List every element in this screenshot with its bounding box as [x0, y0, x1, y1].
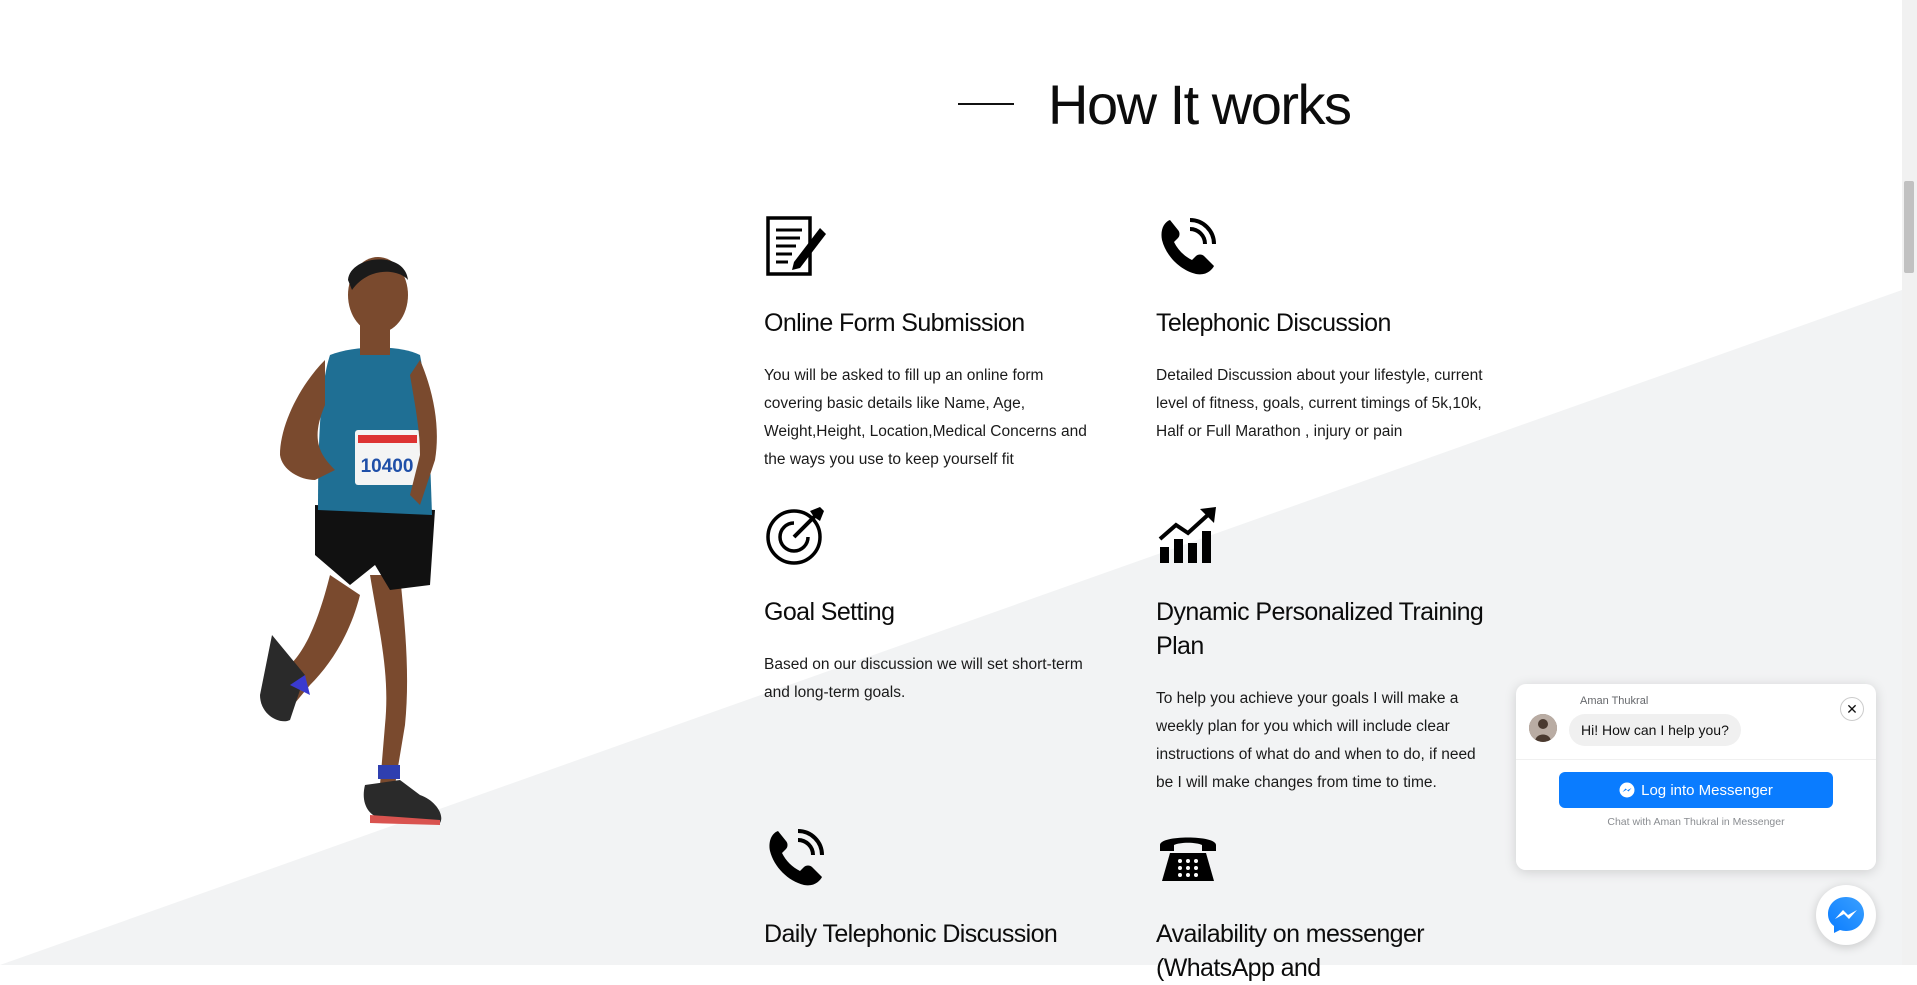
close-icon: ✕ — [1846, 700, 1858, 717]
feature-description: You will be asked to fill up an online f… — [764, 367, 1087, 468]
close-button[interactable]: ✕ — [1840, 697, 1864, 721]
section-heading-wrap: How It works — [958, 64, 1352, 144]
avatar — [1529, 714, 1557, 742]
feature-description: To help you achieve your goals I will ma… — [1156, 690, 1476, 791]
phone-call-icon — [1161, 218, 1216, 275]
target-icon — [766, 507, 824, 565]
feature-title: Online Form Submission — [764, 309, 1025, 337]
feature-title: Dynamic Personalized Training Plan — [1156, 598, 1484, 660]
messenger-launcher-button[interactable] — [1816, 885, 1876, 945]
feature-daily-telephonic: Daily Telephonic Discussion — [764, 825, 1104, 948]
heading-accent-line — [958, 103, 1014, 105]
messenger-icon — [1619, 782, 1635, 798]
feature-title: Goal Setting — [764, 598, 895, 626]
feature-title: Daily Telephonic Discussion — [764, 920, 1058, 948]
messenger-footer-text: Chat with Aman Thukral in Messenger — [1607, 816, 1785, 828]
messenger-chat-widget: Aman Thukral Hi! How can I help you? ✕ L… — [1516, 684, 1876, 870]
messenger-message-area: Aman Thukral Hi! How can I help you? ✕ — [1516, 684, 1876, 759]
feature-training-plan: Dynamic Personalized Training Plan To he… — [1156, 503, 1496, 791]
avatar-image — [1529, 714, 1557, 742]
feature-online-form: Online Form Submission You will be asked… — [764, 214, 1104, 468]
section-heading: How It works — [1048, 72, 1352, 136]
bib-number: 10400 — [361, 456, 414, 477]
runner-image: 10400 — [260, 257, 442, 825]
message-sender-name: Aman Thukral — [1580, 695, 1649, 707]
feature-goal-setting: Goal Setting Based on our discussion we … — [764, 503, 1104, 701]
login-button-label: Log into Messenger — [1641, 781, 1773, 799]
page-scrollbar[interactable] — [1902, 0, 1917, 965]
form-edit-icon — [766, 216, 826, 276]
phone-call-icon — [769, 829, 824, 886]
feature-description: Based on our discussion we will set shor… — [764, 656, 1083, 701]
growth-chart-icon — [1158, 507, 1216, 563]
feature-telephonic-discussion: Telephonic Discussion Detailed Discussio… — [1156, 214, 1496, 440]
telephone-icon — [1160, 837, 1216, 881]
feature-title: Availability on messenger (WhatsApp and — [1156, 920, 1425, 982]
login-messenger-button[interactable]: Log into Messenger — [1559, 772, 1833, 808]
feature-messenger-availability: Availability on messenger (WhatsApp and — [1156, 825, 1496, 982]
messenger-icon — [1828, 897, 1864, 933]
messenger-actions: Log into Messenger Chat with Aman Thukra… — [1516, 759, 1876, 870]
feature-description: Detailed Discussion about your lifestyle… — [1156, 367, 1483, 440]
feature-title: Telephonic Discussion — [1156, 309, 1391, 337]
scrollbar-thumb[interactable] — [1904, 181, 1914, 273]
message-bubble: Hi! How can I help you? — [1569, 714, 1741, 746]
